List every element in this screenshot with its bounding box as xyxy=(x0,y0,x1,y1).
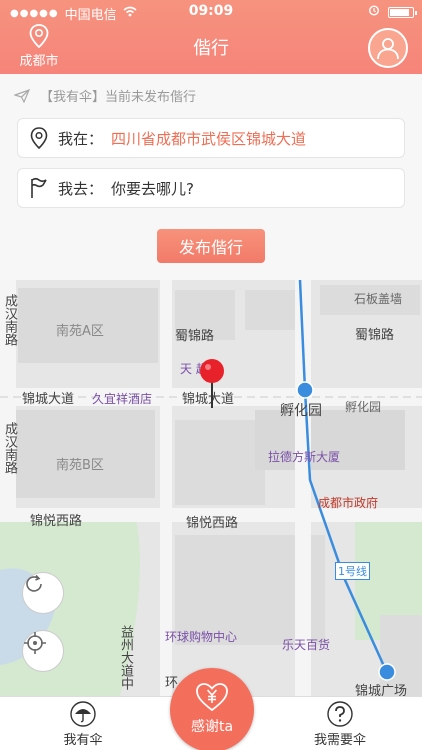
map-label: 南苑A区 xyxy=(56,324,104,339)
flag-icon xyxy=(31,177,47,198)
status-time: 09:09 xyxy=(188,3,234,19)
origin-field[interactable]: 我在： 四川省成都市武侯区锦城大道 xyxy=(17,118,405,158)
heart-yen-icon xyxy=(196,683,228,712)
map-label: 成汉南路 xyxy=(2,294,17,346)
page-title: 偕行 xyxy=(193,38,229,59)
thank-label: 感谢ta xyxy=(190,719,234,735)
status-bar: ●●●●● 中国电信 09:09 xyxy=(0,0,422,24)
header: ●●●●● 中国电信 09:09 成都市 偕行 xyxy=(0,0,422,74)
destination-placeholder: 你要去哪儿? xyxy=(111,179,194,198)
metro-line-label: 1号线 xyxy=(335,562,370,580)
location-pin-icon xyxy=(30,127,48,149)
map-label: 成都市政府 xyxy=(318,496,379,510)
destination-label: 我去： xyxy=(58,179,104,198)
avatar[interactable] xyxy=(368,28,408,68)
map-label: 成汉南路 xyxy=(2,422,17,474)
map-label: 久宜祥酒店 xyxy=(92,392,153,406)
tab-need-umbrella[interactable]: 我需要伞 xyxy=(290,699,390,748)
user-icon xyxy=(377,38,399,60)
umbrella-icon xyxy=(70,701,96,727)
map-label: 孵化园 xyxy=(345,400,382,414)
map-label: 蜀锦路 xyxy=(175,329,215,344)
map-label: 石板盖墙 xyxy=(354,292,403,306)
question-icon xyxy=(327,701,353,727)
map-label: 蜀锦路 xyxy=(355,328,395,343)
map-label: 锦城大道 xyxy=(22,392,75,407)
crosshair-icon xyxy=(24,632,46,654)
current-location-pin-icon xyxy=(200,359,224,408)
publish-button[interactable]: 发布偕行 xyxy=(157,229,265,263)
map-label: 锦悦西路 xyxy=(186,516,239,531)
map-label: 孵化园 xyxy=(280,403,322,419)
map-label: 锦悦西路 xyxy=(30,514,83,529)
battery-icon xyxy=(388,6,417,18)
publish-status-notice: 【我有伞】当前未发布偕行 xyxy=(14,86,196,105)
map-label: 锦城广场 xyxy=(355,684,408,696)
origin-value: 四川省成都市武侯区锦城大道 xyxy=(111,129,307,148)
paper-plane-icon xyxy=(14,88,30,103)
map-label: 乐天百货 xyxy=(282,638,331,652)
thank-button[interactable]: 感谢ta xyxy=(170,668,254,750)
map-label: 益州大道中 xyxy=(118,625,133,690)
alarm-icon xyxy=(368,4,380,20)
refresh-icon xyxy=(26,574,42,592)
origin-label: 我在： xyxy=(58,129,104,148)
refresh-button[interactable] xyxy=(22,572,64,614)
map-label: 南苑B区 xyxy=(56,458,104,473)
notice-text: 【我有伞】当前未发布偕行 xyxy=(40,90,197,105)
locate-me-button[interactable] xyxy=(22,630,64,672)
map-label: 环球购物中心 xyxy=(165,630,238,644)
tab-label: 我需要伞 xyxy=(313,733,366,748)
map-label: 拉德方斯大厦 xyxy=(268,450,341,464)
destination-field[interactable]: 我去： 你要去哪儿? xyxy=(17,168,405,208)
map-view[interactable]: 石板盖墙 成汉南路 南苑A区 蜀锦路 蜀锦路 天 超市 锦城大道 久宜祥酒店 锦… xyxy=(0,280,422,696)
tab-have-umbrella[interactable]: 我有伞 xyxy=(33,699,133,748)
tab-label: 我有伞 xyxy=(63,733,103,748)
trip-form-panel: 【我有伞】当前未发布偕行 我在： 四川省成都市武侯区锦城大道 我去： 你要去哪儿… xyxy=(0,74,422,280)
